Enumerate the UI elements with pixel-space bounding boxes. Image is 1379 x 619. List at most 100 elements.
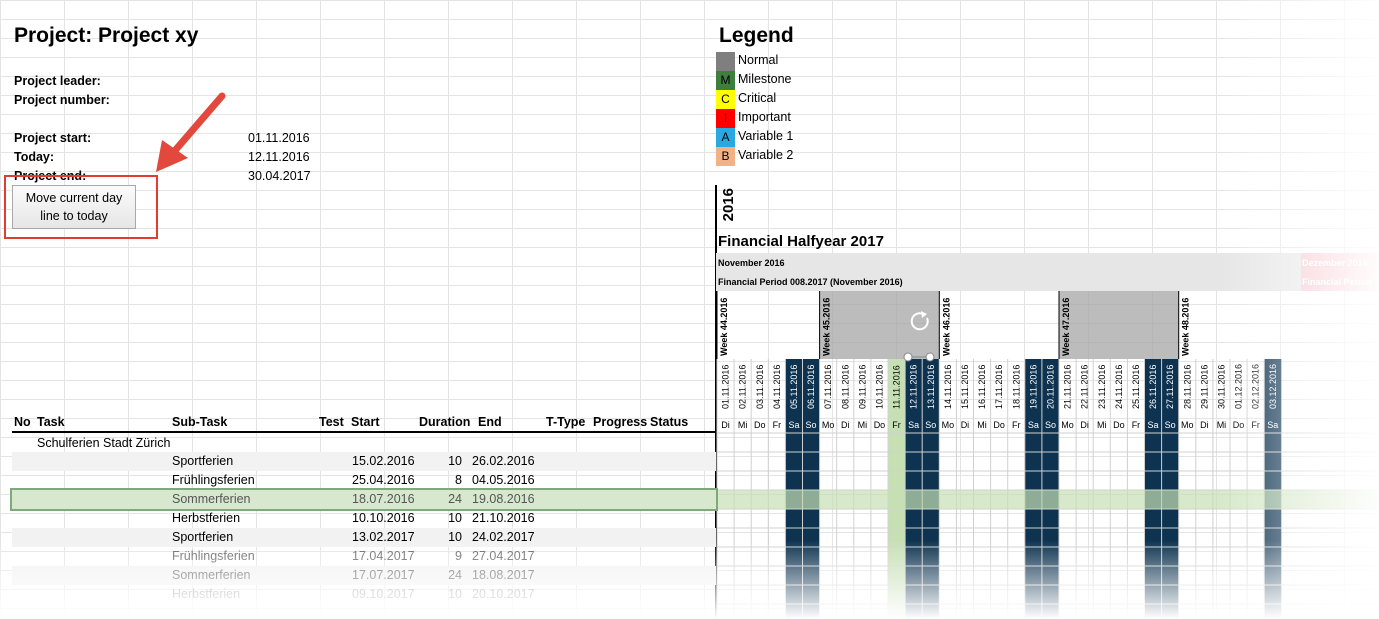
- date-label: 03.12.2016: [1268, 364, 1278, 409]
- week-label: Week 44.2016: [719, 298, 729, 356]
- group-row[interactable]: Schulferien Stadt Zürich: [37, 436, 170, 450]
- end-cell: 24.02.2017: [472, 530, 535, 544]
- day-label: Mo: [942, 420, 955, 430]
- start-cell: 13.02.2017: [352, 530, 415, 544]
- week-shade: [819, 291, 940, 359]
- end-cell: 21.10.2016: [472, 511, 535, 525]
- date-label: 12.11.2016: [909, 365, 919, 409]
- duration-cell: 24: [448, 492, 462, 506]
- subtask-cell: Sommerferien: [172, 568, 251, 582]
- date-label: 02.11.2016: [738, 365, 748, 409]
- duration-cell: 8: [455, 473, 462, 487]
- week-label: Week 47.2016: [1061, 298, 1071, 356]
- date-label: 17.11.2016: [994, 365, 1004, 409]
- highlight-row-band: [717, 490, 1379, 509]
- day-label: Sa: [1028, 420, 1039, 430]
- week-shade: [1059, 291, 1179, 359]
- date-label: 06.11.2016: [806, 365, 816, 409]
- date-label: 29.11.2016: [1199, 365, 1209, 409]
- col-no: No: [14, 415, 31, 429]
- week-label: Week 45.2016: [822, 298, 832, 356]
- duration-cell: 9: [455, 549, 462, 563]
- day-label: Fr: [1132, 420, 1141, 430]
- subtask-cell: Herbstferien: [172, 587, 241, 601]
- col-status: Status: [650, 415, 689, 429]
- subtask-cell: Herbstferien: [172, 511, 241, 525]
- table-row[interactable]: Frühlingsferien 17.04.2017 9 27.04.2017: [12, 547, 716, 566]
- day-label: So: [806, 420, 817, 430]
- day-label: Mo: [1061, 420, 1074, 430]
- table-row[interactable]: Herbstferien 09.10.2017 10 20.10.2017: [12, 585, 716, 604]
- col-duration: Duration: [419, 415, 471, 429]
- end-cell: 20.10.2017: [472, 587, 535, 601]
- date-label: 02.12.2016: [1251, 364, 1261, 409]
- day-label: Sa: [788, 420, 799, 430]
- day-label: So: [1045, 420, 1056, 430]
- start-cell: 15.02.2016: [352, 454, 415, 468]
- week-label: Week 46.2016: [941, 298, 951, 356]
- day-label: Mi: [858, 420, 868, 430]
- col-start: Start: [351, 415, 380, 429]
- date-label: 18.11.2016: [1011, 365, 1021, 409]
- day-label: Di: [841, 420, 850, 430]
- date-label: 16.11.2016: [977, 365, 987, 409]
- day-label: Di: [1080, 420, 1089, 430]
- col-test: Test: [319, 415, 344, 429]
- date-label: 24.11.2016: [1114, 365, 1124, 409]
- col-end: End: [478, 415, 502, 429]
- duration-cell: 10: [448, 530, 462, 544]
- day-label: Do: [1113, 420, 1125, 430]
- subtask-cell: Sportferien: [172, 454, 234, 468]
- date-label: 15.11.2016: [960, 365, 970, 409]
- day-label: So: [1165, 420, 1176, 430]
- day-label: Fr: [1012, 420, 1021, 430]
- day-label: Mi: [1217, 420, 1227, 430]
- handle-dot-right: [925, 352, 935, 362]
- start-cell: 17.04.2017: [352, 549, 415, 563]
- day-label: Fr: [773, 420, 782, 430]
- table-row[interactable]: Sommerferien 18.07.2016 24 19.08.2016: [10, 488, 718, 511]
- subtask-cell: Sportferien: [172, 530, 234, 544]
- date-label: 14.11.2016: [943, 365, 953, 409]
- date-label: 10.11.2016: [874, 365, 884, 409]
- date-label: 01.11.2016: [721, 365, 731, 409]
- day-label: Mi: [977, 420, 987, 430]
- table-row[interactable]: Sportferien 13.02.2017 10 24.02.2017: [12, 528, 716, 547]
- date-label: 04.11.2016: [772, 365, 782, 409]
- table-row[interactable]: Sportferien 15.02.2016 10 26.02.2016: [12, 452, 716, 471]
- date-label: 05.11.2016: [789, 365, 799, 409]
- duration-cell: 10: [448, 587, 462, 601]
- day-label: Di: [1200, 420, 1209, 430]
- subtask-cell: Sommerferien: [172, 492, 251, 506]
- start-cell: 17.07.2017: [352, 568, 415, 582]
- date-label: 11.11.2016: [892, 365, 902, 409]
- end-cell: 04.05.2016: [472, 473, 535, 487]
- date-label: 13.11.2016: [926, 365, 936, 409]
- day-label: Sa: [908, 420, 919, 430]
- handle-dot-left: [903, 352, 913, 362]
- day-label: Mi: [738, 420, 748, 430]
- header-underline: [12, 431, 716, 433]
- col-task: Task: [37, 415, 65, 429]
- table-row[interactable]: Sommerferien 17.07.2017 24 18.08.2017: [12, 566, 716, 585]
- table-row[interactable]: Frühlingsferien 25.04.2016 8 04.05.2016: [12, 471, 716, 490]
- day-label: Do: [1233, 420, 1245, 430]
- day-label: Mo: [1181, 420, 1194, 430]
- week-label: Week 48.2016: [1181, 298, 1191, 356]
- end-cell: 19.08.2016: [472, 492, 535, 506]
- day-label: Do: [993, 420, 1005, 430]
- day-label: Do: [874, 420, 886, 430]
- col-subtask: Sub-Task: [172, 415, 228, 429]
- end-cell: 26.02.2016: [472, 454, 535, 468]
- date-label: 30.11.2016: [1216, 365, 1226, 409]
- day-label: Sa: [1148, 420, 1159, 430]
- day-label: Sa: [1267, 420, 1278, 430]
- table-row[interactable]: Herbstferien 10.10.2016 10 21.10.2016: [12, 509, 716, 528]
- date-label: 03.11.2016: [755, 365, 765, 409]
- end-cell: 18.08.2017: [472, 568, 535, 582]
- day-label: Mi: [1097, 420, 1107, 430]
- date-label: 26.11.2016: [1148, 365, 1158, 409]
- date-label: 07.11.2016: [823, 365, 833, 409]
- date-label: 20.11.2016: [1045, 365, 1055, 409]
- start-cell: 18.07.2016: [352, 492, 415, 506]
